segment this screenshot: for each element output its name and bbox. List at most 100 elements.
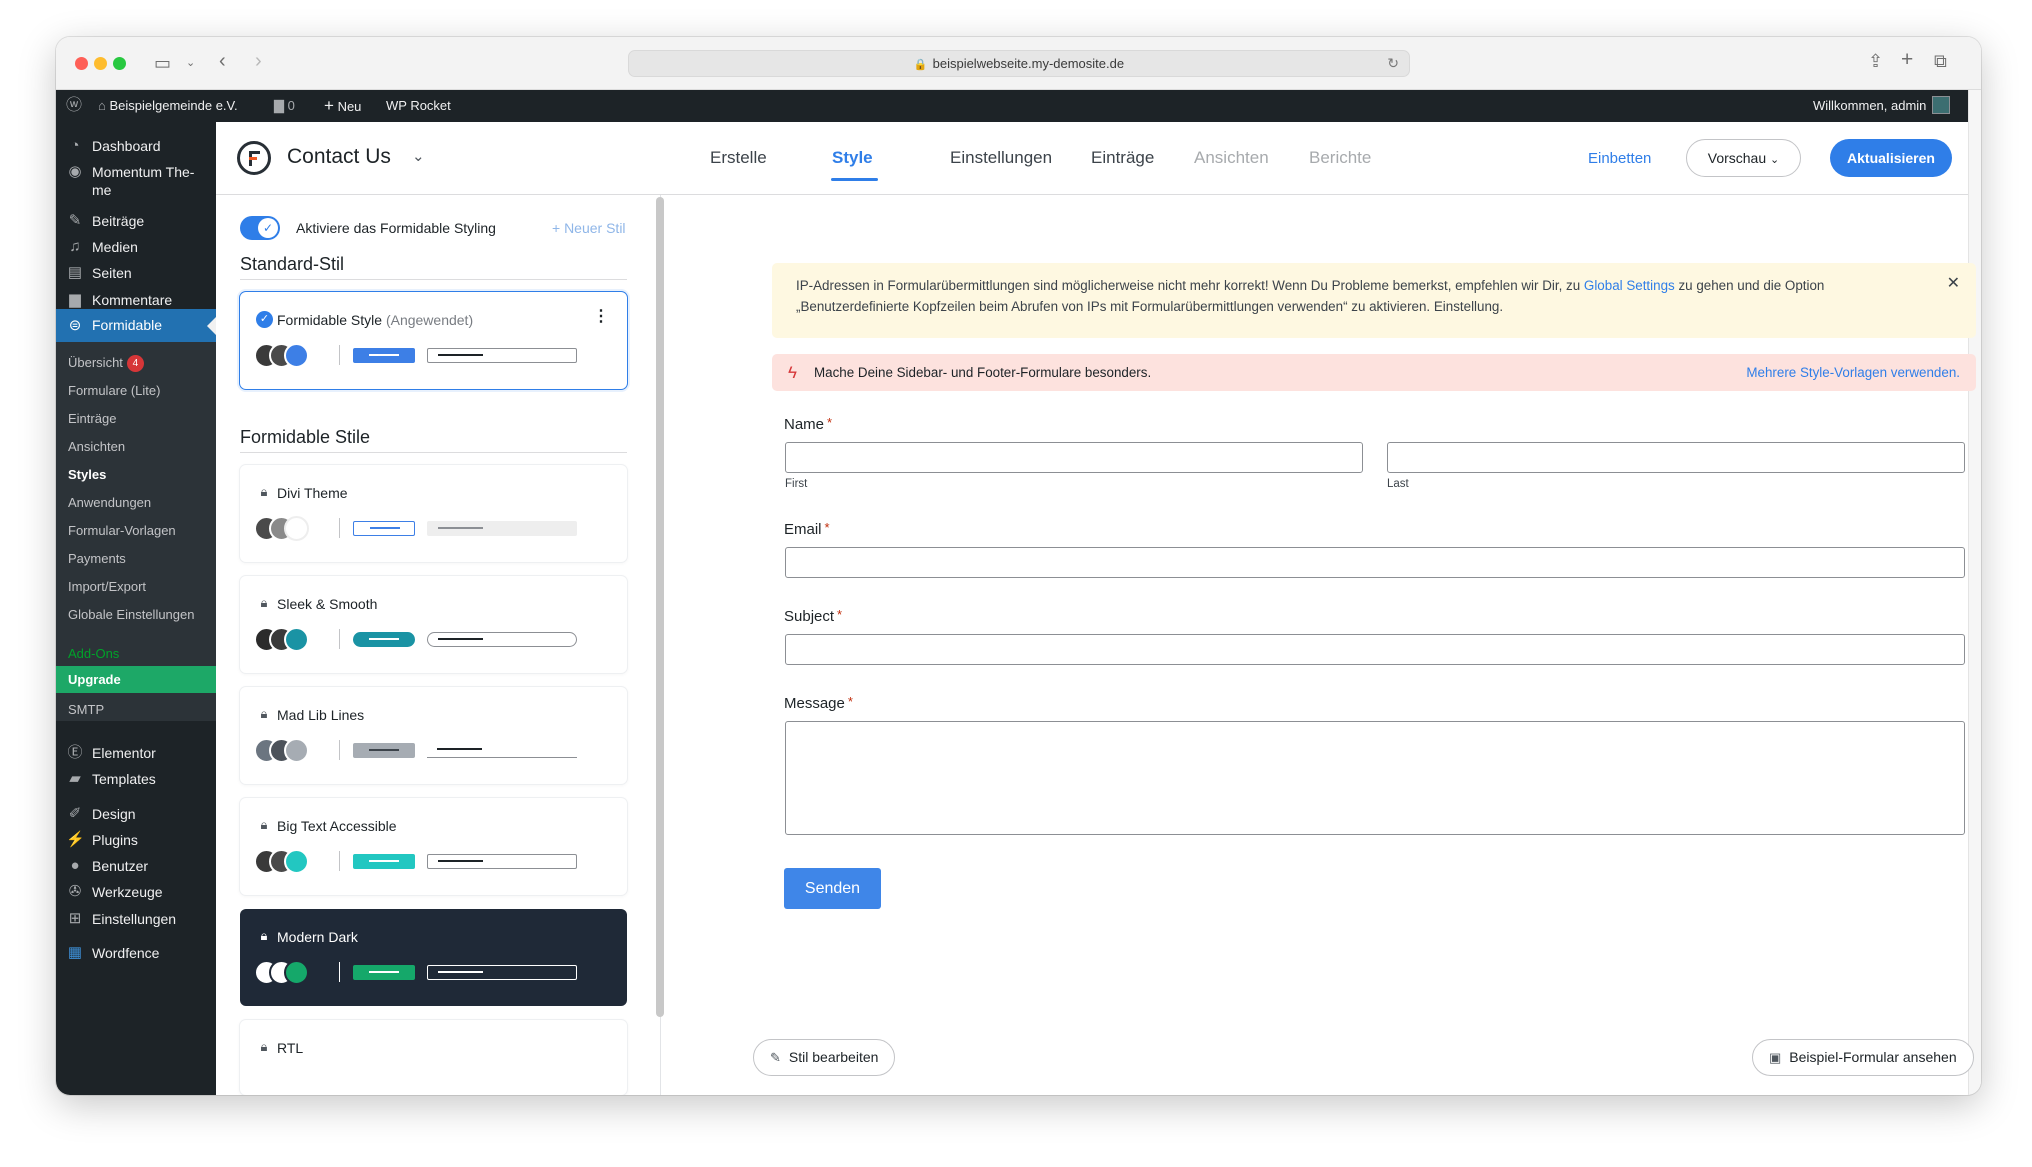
button-preview — [353, 348, 415, 363]
wp-admin-bar: ⓦ ⌂ Beispielgemeinde e.V. ▇ 0 + Neu WP R… — [56, 90, 1968, 122]
last-name-input[interactable] — [1387, 442, 1965, 473]
chevron-down-icon[interactable]: ⌄ — [412, 147, 425, 165]
submenu-smtp[interactable]: SMTP — [68, 702, 104, 718]
submenu-payments[interactable]: Payments — [68, 551, 126, 567]
reload-icon[interactable]: ↻ — [1387, 51, 1399, 76]
elementor-icon: Ⓔ — [67, 744, 83, 761]
page-scrollbar[interactable] — [1968, 90, 1981, 1095]
sidebar-item-plugins[interactable]: ⚡ Plugins — [56, 831, 216, 849]
message-label: Message * — [784, 694, 853, 712]
styling-toggle[interactable]: ✓ — [240, 216, 280, 240]
tab-style[interactable]: Style — [832, 148, 873, 168]
home-icon: ⌂ — [98, 98, 110, 113]
lock-icon: 🔒︎ — [260, 595, 268, 610]
submenu-globale-einstellungen[interactable]: Globale Einstellungen — [68, 607, 194, 623]
sidebar-item-templates[interactable]: ▰ Templates — [56, 770, 216, 788]
message-textarea[interactable] — [785, 721, 1965, 835]
forward-icon[interactable]: › — [255, 51, 262, 71]
style-card-formidable[interactable]: ✓ Formidable Style (Angewendet) ⋮ — [240, 292, 627, 389]
formidable-styles-heading: Formidable Stile — [240, 427, 371, 447]
tab-berichte[interactable]: Berichte — [1309, 148, 1371, 168]
embed-link[interactable]: Einbetten — [1588, 150, 1651, 167]
notification-badge: 4 — [126, 355, 144, 372]
global-settings-link[interactable]: Global Settings — [1584, 278, 1675, 293]
sample-form-button[interactable]: ▣ Beispiel-Formular ansehen — [1752, 1039, 1974, 1076]
name-label: Name * — [784, 415, 833, 433]
subject-input[interactable] — [785, 634, 1965, 665]
sidebar-item-werkzeuge[interactable]: ✇ Werkzeuge — [56, 883, 216, 901]
site-name-link[interactable]: ⌂ Beispielgemeinde e.V. — [98, 90, 238, 122]
preview-button[interactable]: Vorschau ⌄ — [1686, 139, 1801, 177]
wordpress-logo-icon[interactable]: ⓦ — [66, 90, 82, 122]
sidebar-item-seiten[interactable]: ▤ Seiten — [56, 264, 216, 282]
close-icon[interactable]: ✕ — [1947, 273, 1960, 294]
comments-link[interactable]: ▇ 0 — [274, 90, 295, 122]
tab-eintraege[interactable]: Einträge — [1091, 148, 1154, 168]
submenu-eintraege[interactable]: Einträge — [68, 411, 116, 427]
new-content-link[interactable]: + Neu — [324, 90, 361, 123]
lock-icon: 🔒︎ — [260, 817, 268, 832]
submenu-import-export[interactable]: Import/Export — [68, 579, 146, 595]
close-window-button[interactable] — [75, 57, 88, 70]
submenu-upgrade[interactable]: Upgrade — [56, 666, 216, 693]
share-icon[interactable]: ⇪ — [1868, 52, 1883, 70]
submenu-formular-vorlagen[interactable]: Formular-Vorlagen — [68, 523, 176, 539]
style-card-big-text-accessible[interactable]: 🔒︎ Big Text Accessible — [240, 798, 627, 895]
sidebar-item-elementor[interactable]: Ⓔ Elementor — [56, 744, 216, 762]
sidebar-item-wordfence[interactable]: ▦ Wordfence — [56, 944, 216, 962]
sidebar-item-momentum-theme[interactable]: ◉ Momentum The-me — [56, 163, 216, 199]
brush-icon: ✐ — [68, 805, 82, 822]
submenu-formulare[interactable]: Formulare (Lite) — [68, 383, 160, 399]
submenu-styles[interactable]: Styles — [68, 467, 106, 483]
avatar — [1932, 96, 1951, 114]
address-bar[interactable]: 🔒 beispielwebseite.my-demosite.de ↻ — [628, 50, 1410, 77]
sidebar-item-benutzer[interactable]: ● Benutzer — [56, 857, 216, 875]
style-card-mad-lib-lines[interactable]: 🔒︎ Mad Lib Lines — [240, 687, 627, 784]
account-link[interactable]: Willkommen, admin — [1813, 90, 1951, 122]
tab-einstellungen[interactable]: Einstellungen — [950, 148, 1052, 168]
new-tab-icon[interactable]: + — [1901, 49, 1913, 70]
wrench-icon: ✇ — [68, 883, 82, 900]
zoom-window-button[interactable] — [113, 57, 126, 70]
minimize-window-button[interactable] — [94, 57, 107, 70]
lightning-icon: ϟ — [788, 363, 797, 382]
submenu-anwendungen[interactable]: Anwendungen — [68, 495, 151, 511]
tabs-overview-icon[interactable]: ⧉ — [1934, 52, 1947, 70]
form-title[interactable]: Contact Us — [287, 145, 391, 169]
sidebar-toggle-icon[interactable]: ▭ — [154, 54, 171, 72]
back-icon[interactable]: ‹ — [219, 51, 226, 71]
styles-panel-scrollbar[interactable] — [656, 197, 664, 1017]
style-card-sleek-smooth[interactable]: 🔒︎ Sleek & Smooth — [240, 576, 627, 673]
applied-check-icon: ✓ — [256, 311, 273, 328]
sidebar-item-dashboard[interactable]: ◔ Dashboard — [56, 137, 216, 155]
submenu-ansichten[interactable]: Ansichten — [68, 439, 125, 455]
edit-style-button[interactable]: ✎ Stil bearbeiten — [753, 1039, 896, 1076]
sidebar-item-einstellungen[interactable]: ⊞ Einstellungen — [56, 910, 216, 928]
submenu-uebersicht[interactable]: Übersicht 4 — [68, 355, 144, 372]
style-card-divi-theme[interactable]: 🔒︎ Divi Theme — [240, 465, 627, 562]
submenu-add-ons[interactable]: Add-Ons — [68, 646, 119, 662]
formidable-logo-icon — [237, 141, 271, 175]
style-card-modern-dark[interactable]: 🔒︎ Modern Dark — [240, 909, 627, 1006]
wp-rocket-link[interactable]: WP Rocket — [386, 90, 451, 122]
sidebar-item-formidable[interactable]: ⊜ Formidable — [56, 309, 216, 342]
sidebar-item-design[interactable]: ✐ Design — [56, 805, 216, 823]
tab-erstelle[interactable]: Erstelle — [710, 148, 767, 168]
sidebar-item-medien[interactable]: ♫ Medien — [56, 238, 216, 256]
new-style-link[interactable]: + Neuer Stil — [552, 220, 626, 236]
update-button[interactable]: Aktualisieren — [1830, 139, 1952, 177]
promo-notice: ϟ Mache Deine Sidebar- und Footer-Formul… — [772, 354, 1976, 391]
sidebar-item-beitraege[interactable]: ✎ Beiträge — [56, 212, 216, 230]
chevron-down-icon[interactable]: ⌄ — [186, 54, 195, 72]
more-options-icon[interactable]: ⋮ — [593, 308, 609, 326]
media-icon: ♫ — [69, 238, 81, 255]
multiple-styles-link[interactable]: Mehrere Style-Vorlagen verwenden. — [1746, 354, 1960, 391]
sidebar-item-kommentare[interactable]: ▆ Kommentare — [56, 291, 216, 309]
style-card-rtl[interactable]: 🔒︎ RTL — [240, 1020, 627, 1095]
submit-button[interactable]: Senden — [784, 868, 881, 909]
first-name-input[interactable] — [785, 442, 1363, 473]
email-input[interactable] — [785, 547, 1965, 578]
layout-icon: ▣ — [1769, 1050, 1782, 1065]
last-sublabel: Last — [1387, 478, 1409, 490]
tab-ansichten[interactable]: Ansichten — [1194, 148, 1269, 168]
